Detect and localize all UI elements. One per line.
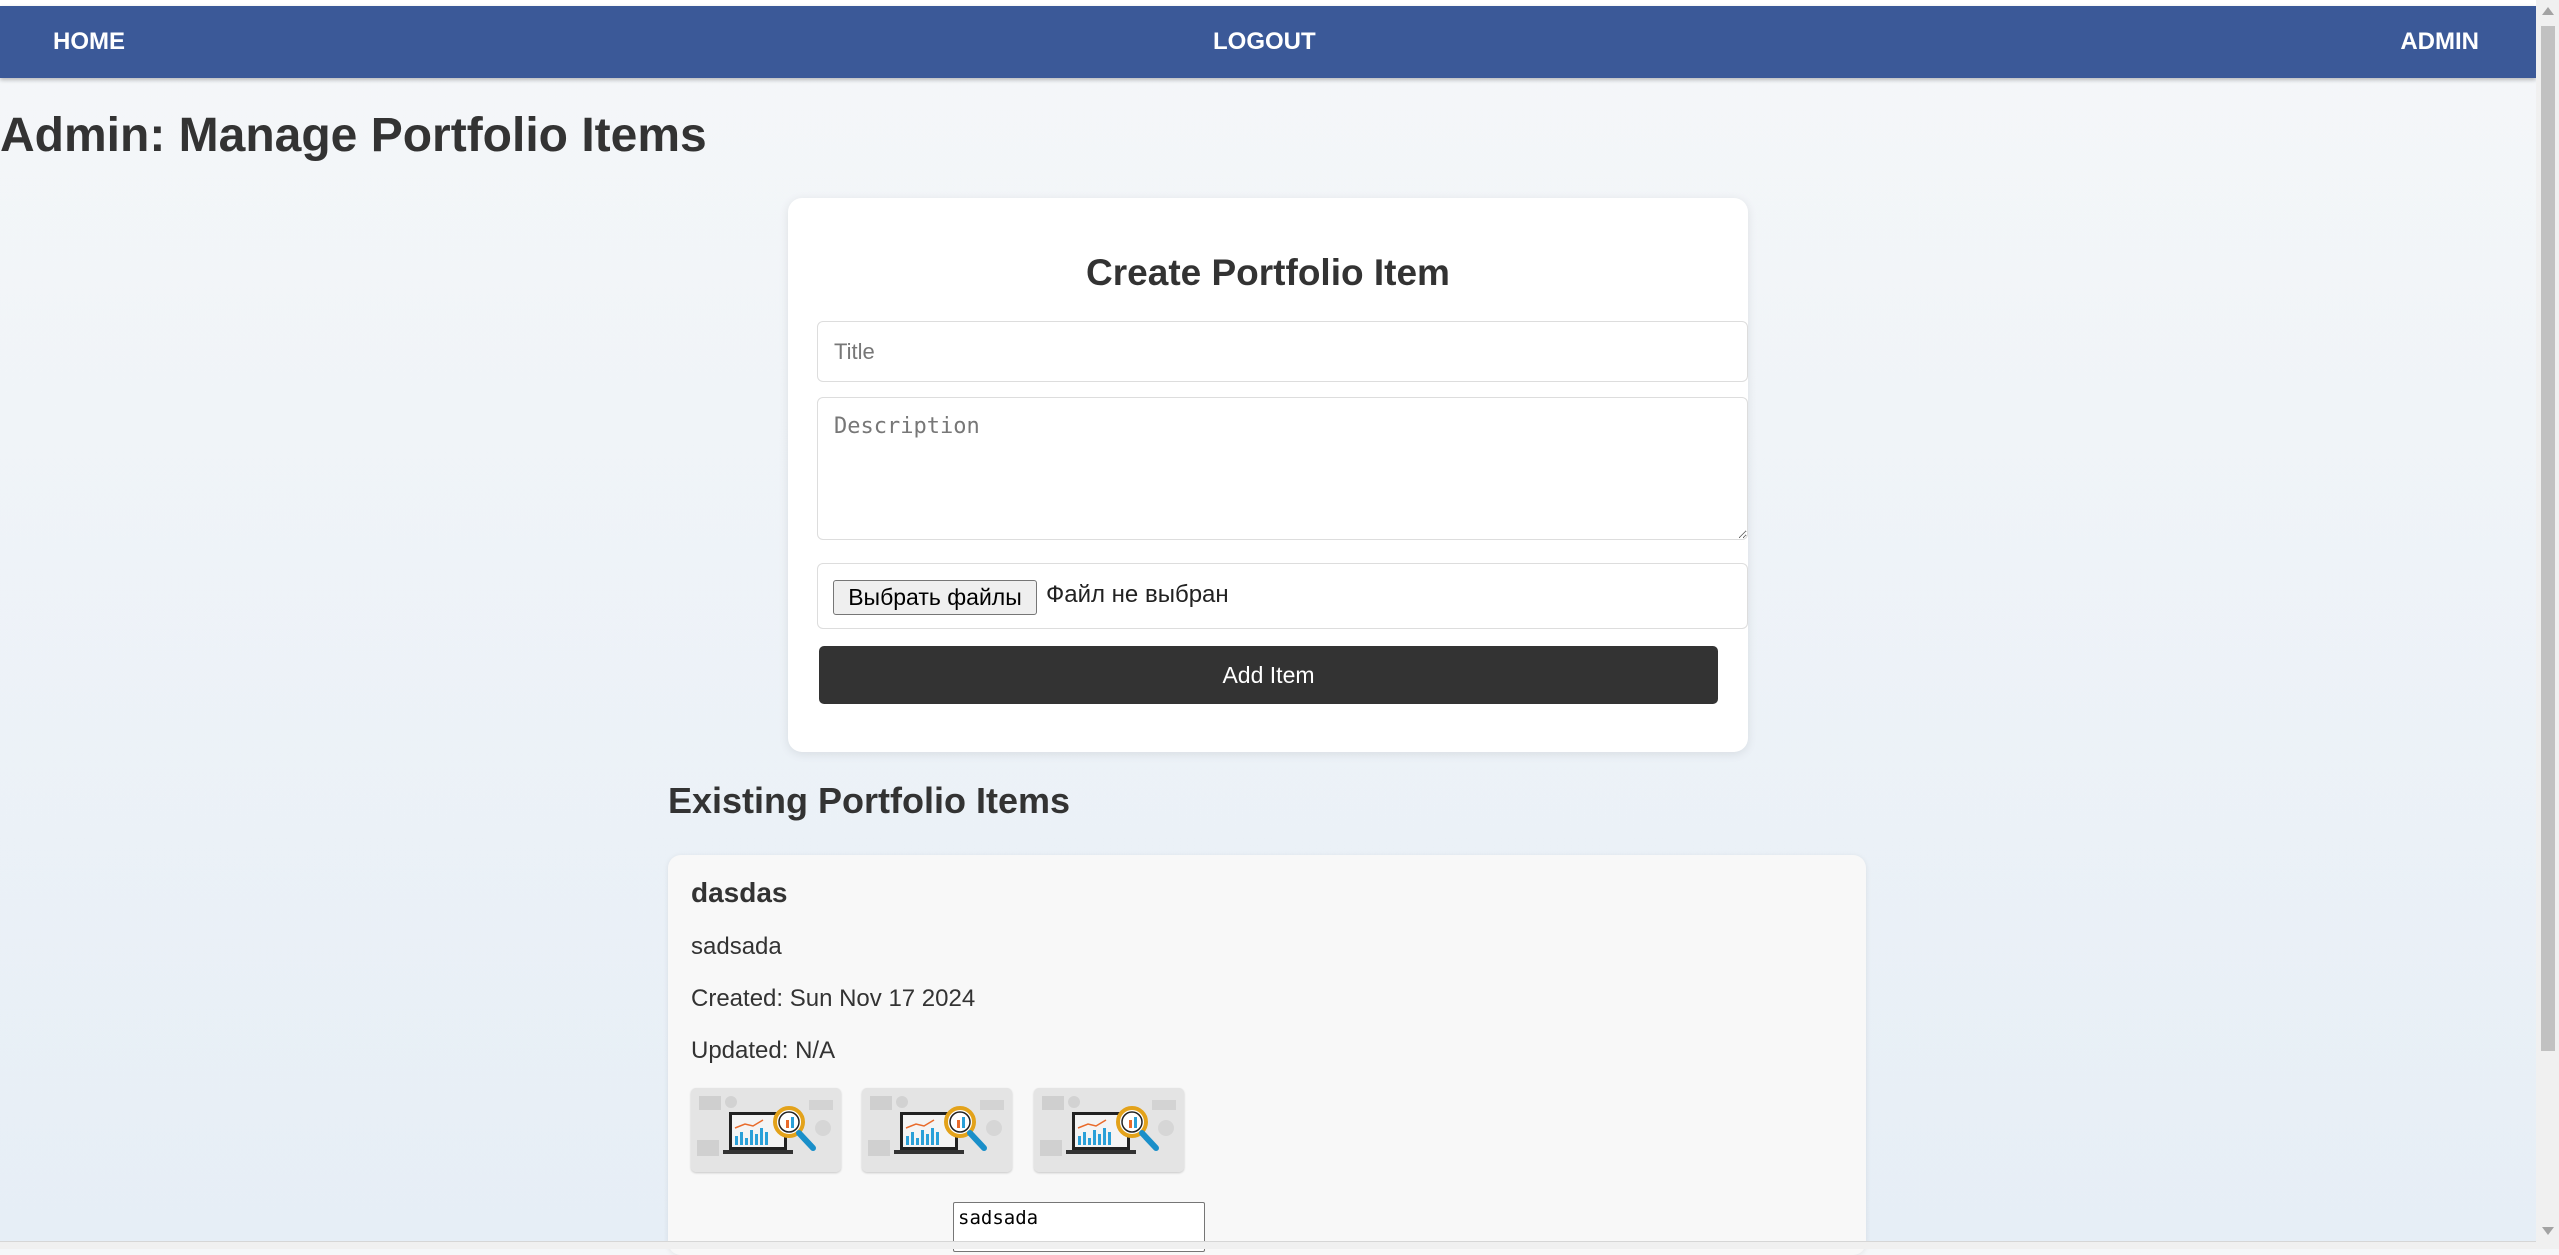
scroll-down-arrow-icon[interactable] xyxy=(2542,1227,2554,1235)
scrollbar-thumb[interactable] xyxy=(2541,26,2555,1051)
choose-files-button[interactable]: Выбрать файлы xyxy=(833,580,1037,615)
item-image-thumbnail[interactable] xyxy=(691,1088,841,1172)
page-title: Admin: Manage Portfolio Items xyxy=(0,109,707,162)
file-upload-field: Выбрать файлы Файл не выбран xyxy=(817,563,1748,629)
file-status-text: Файл не выбран xyxy=(1046,581,1229,608)
create-item-card: Create Portfolio Item Выбрать файлы Файл… xyxy=(788,198,1748,752)
horizontal-scrollbar[interactable] xyxy=(0,1241,2536,1249)
analytics-laptop-magnifier-image xyxy=(1034,1088,1184,1172)
item-image-thumbnail[interactable] xyxy=(862,1088,1012,1172)
description-textarea[interactable] xyxy=(817,397,1748,540)
existing-items-heading: Existing Portfolio Items xyxy=(668,780,1071,821)
add-item-button[interactable]: Add Item xyxy=(819,646,1718,704)
item-title: dasdas xyxy=(691,877,788,908)
vertical-scrollbar[interactable] xyxy=(2536,0,2559,1249)
item-updated-date: Updated: N/A xyxy=(691,1037,836,1064)
scroll-up-arrow-icon[interactable] xyxy=(2542,7,2554,15)
item-image-thumbnail[interactable] xyxy=(1034,1088,1184,1172)
nav-home-link[interactable]: HOME xyxy=(53,6,125,78)
create-form-heading: Create Portfolio Item xyxy=(1086,252,1450,293)
title-input[interactable] xyxy=(817,321,1748,382)
analytics-laptop-magnifier-image xyxy=(691,1088,841,1172)
nav-admin-link[interactable]: ADMIN xyxy=(2400,6,2479,78)
navbar: HOME LOGOUT ADMIN xyxy=(0,6,2536,78)
item-created-date: Created: Sun Nov 17 2024 xyxy=(691,985,976,1012)
nav-logout-link[interactable]: LOGOUT xyxy=(1213,6,1316,78)
analytics-laptop-magnifier-image xyxy=(862,1088,1012,1172)
item-description: sadsada xyxy=(691,933,782,960)
portfolio-item-card: dasdas sadsada Created: Sun Nov 17 2024 … xyxy=(668,855,1866,1255)
